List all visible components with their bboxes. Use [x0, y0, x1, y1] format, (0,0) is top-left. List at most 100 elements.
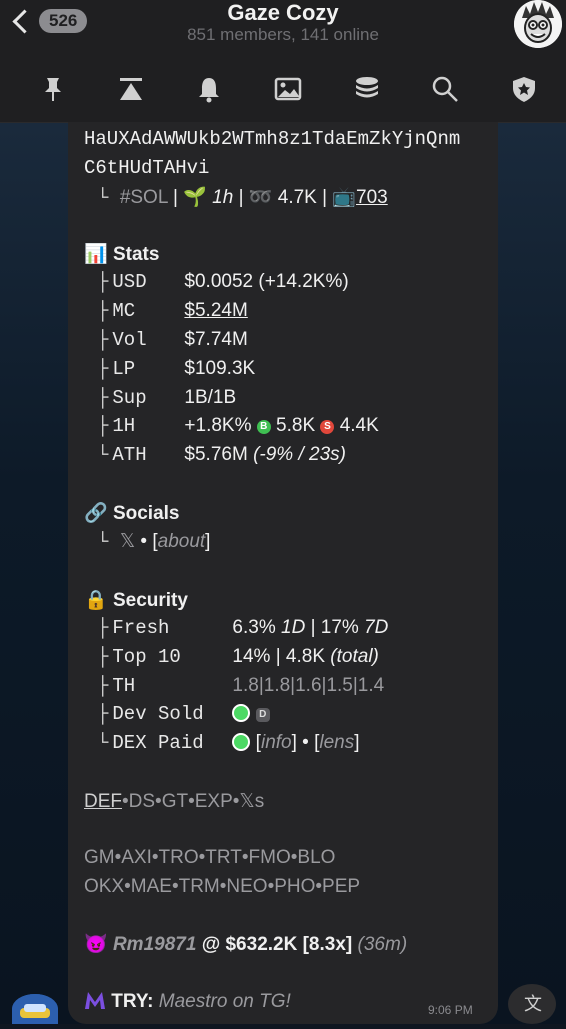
tv-link[interactable]: 703 [356, 187, 388, 208]
scroll-top-icon[interactable] [116, 74, 146, 104]
views-count: 4.7K [277, 187, 317, 208]
buy-badge-icon: B [256, 420, 271, 434]
security-row-top10: ├ Top 10 14% | 4.8K (total) [97, 646, 379, 668]
stat-value: +1.8K% [184, 415, 252, 436]
top10-value: 14% | 4.8K [232, 646, 326, 667]
security-label: Dev Sold [112, 703, 204, 725]
chat-title[interactable]: Gaze Cozy [0, 0, 566, 26]
stat-label: USD [112, 271, 147, 293]
stats-row-lp: ├ LP $109.3K [97, 358, 256, 380]
sells-count: 4.4K [339, 415, 379, 436]
caller-ago: (36m) [357, 934, 408, 955]
stats-row-usd: ├ USD $0.0052 (+14.2K%) [97, 271, 349, 293]
dex-links-text[interactable]: •DS•GT•EXP•𝕏s [122, 791, 264, 812]
stats-heading: 📊 Stats [84, 242, 159, 266]
security-row-dev: ├ Dev Sold D [97, 703, 270, 725]
tv-icon: 📺 [332, 187, 357, 208]
sender-avatar[interactable] [12, 994, 58, 1024]
fresh-value: 6.3% [232, 617, 276, 638]
chart-icon: 📊 [84, 244, 108, 265]
try-row: TRY: Maestro on TG! [84, 990, 291, 1013]
caller-at: @ $632.2K [8.3x] [201, 934, 353, 955]
chat-subtitle: 851 members, 141 online [187, 25, 379, 44]
token-meta: └ #SOL | 🌱 1h | ➿ 4.7K | 📺703 [97, 187, 388, 209]
eyes-icon: ➿ [248, 187, 273, 208]
image-icon[interactable] [273, 74, 303, 104]
stat-label: Sup [112, 387, 147, 409]
stat-value: $0.0052 [184, 271, 254, 292]
translate-button[interactable]: 文 [508, 984, 556, 1024]
stat-value-link[interactable]: $5.24M [184, 300, 247, 321]
separator: • [140, 531, 148, 552]
sell-badge-icon: S [320, 420, 335, 434]
devil-icon: 😈 [84, 934, 108, 955]
stat-label: ATH [112, 444, 147, 466]
green-circle-icon [232, 704, 251, 722]
about-link[interactable]: about [158, 531, 206, 552]
fresh-period2: 7D [364, 617, 389, 638]
stats-row-mc: ├ MC $5.24M [97, 300, 248, 322]
lock-icon: 🔒 [84, 590, 108, 611]
group-avatar[interactable] [514, 0, 562, 48]
stat-label: MC [112, 300, 136, 322]
chain-tag[interactable]: #SOL [120, 187, 168, 208]
token-age: 1h [212, 187, 234, 208]
security-label: DEX Paid [112, 732, 204, 754]
security-heading: 🔒 Security [84, 588, 188, 612]
shield-icon[interactable] [509, 74, 539, 104]
security-label: Fresh [112, 617, 170, 639]
stat-extra: (-9% / 23s) [253, 444, 346, 465]
stat-label: 1H [112, 415, 136, 437]
token-address-line1[interactable]: HaUXAdAWWUkb2WTmh8z1TdaEmZkYjnQnm [84, 128, 460, 150]
stack-icon[interactable] [352, 74, 382, 104]
security-row-fresh: ├ Fresh 6.3% 1D | 17% 7D [97, 617, 389, 639]
def-link[interactable]: DEF [84, 791, 122, 812]
dex-lens-link[interactable]: lens [319, 732, 354, 753]
stat-value: $109.3K [184, 358, 256, 379]
fresh-period: 1D [281, 617, 306, 638]
security-row-dex: └ DEX Paid [info] • [lens] [97, 732, 360, 754]
message-time: 9:06 PM [428, 1003, 473, 1017]
th-value: 1.8|1.8|1.6|1.5|1.4 [232, 675, 385, 696]
stat-label: LP [112, 358, 136, 380]
buys-count: 5.8K [276, 415, 316, 436]
stat-value: 1B/1B [184, 387, 237, 408]
top10-extra: (total) [330, 646, 379, 667]
translate-icon: 文 [524, 994, 542, 1015]
bell-icon[interactable] [194, 74, 224, 104]
maestro-logo-icon [84, 990, 106, 1010]
stats-row-sup: ├ Sup 1B/1B [97, 387, 237, 409]
pin-icon[interactable] [38, 74, 68, 104]
stats-row-vol: ├ Vol $7.74M [97, 329, 248, 351]
stat-extra: (+14.2K%) [258, 271, 349, 292]
chat-toolbar [0, 58, 566, 123]
dev-badge-icon: D [255, 708, 270, 722]
caller-name[interactable]: Rm19871 [113, 934, 196, 955]
dex-links-row: DEF•DS•GT•EXP•𝕏s [84, 790, 264, 813]
svg-text:文: 文 [524, 994, 542, 1015]
token-address-line2[interactable]: C6tHUdTAHvi [84, 157, 209, 179]
caller-row: 😈 Rm19871 @ $632.2K [8.3x] (36m) [84, 932, 407, 956]
security-label: TH [112, 675, 136, 697]
link-icon: 🔗 [84, 503, 108, 524]
try-label: TRY: [111, 991, 154, 1012]
x-link[interactable]: 𝕏 [120, 531, 135, 552]
socials-row: └ 𝕏 • [about] [97, 531, 211, 553]
try-link[interactable]: Maestro on TG! [159, 991, 291, 1012]
fresh-value2: 17% [320, 617, 359, 638]
chat-header: 526 Gaze Cozy 851 members, 141 online [0, 0, 566, 58]
stats-row-1h: ├ 1H +1.8K% B 5.8K S 4.4K [97, 415, 379, 437]
stat-value: $7.74M [184, 329, 248, 350]
socials-heading: 🔗 Socials [84, 501, 180, 525]
seedling-icon: 🌱 [183, 187, 207, 208]
bot-links-row2[interactable]: OKX•MAE•TRM•NEO•PHO•PEP [84, 876, 360, 898]
search-icon[interactable] [430, 74, 460, 104]
security-heading-text: Security [112, 590, 188, 611]
dex-info-link[interactable]: info [261, 732, 292, 753]
stats-heading-text: Stats [112, 244, 160, 265]
security-row-th: ├ TH 1.8|1.8|1.6|1.5|1.4 [97, 675, 385, 697]
security-label: Top 10 [112, 646, 181, 668]
bot-links-row1[interactable]: GM•AXI•TRO•TRT•FMO•BLO [84, 847, 335, 869]
socials-heading-text: Socials [112, 503, 180, 524]
green-circle-icon [232, 733, 251, 751]
